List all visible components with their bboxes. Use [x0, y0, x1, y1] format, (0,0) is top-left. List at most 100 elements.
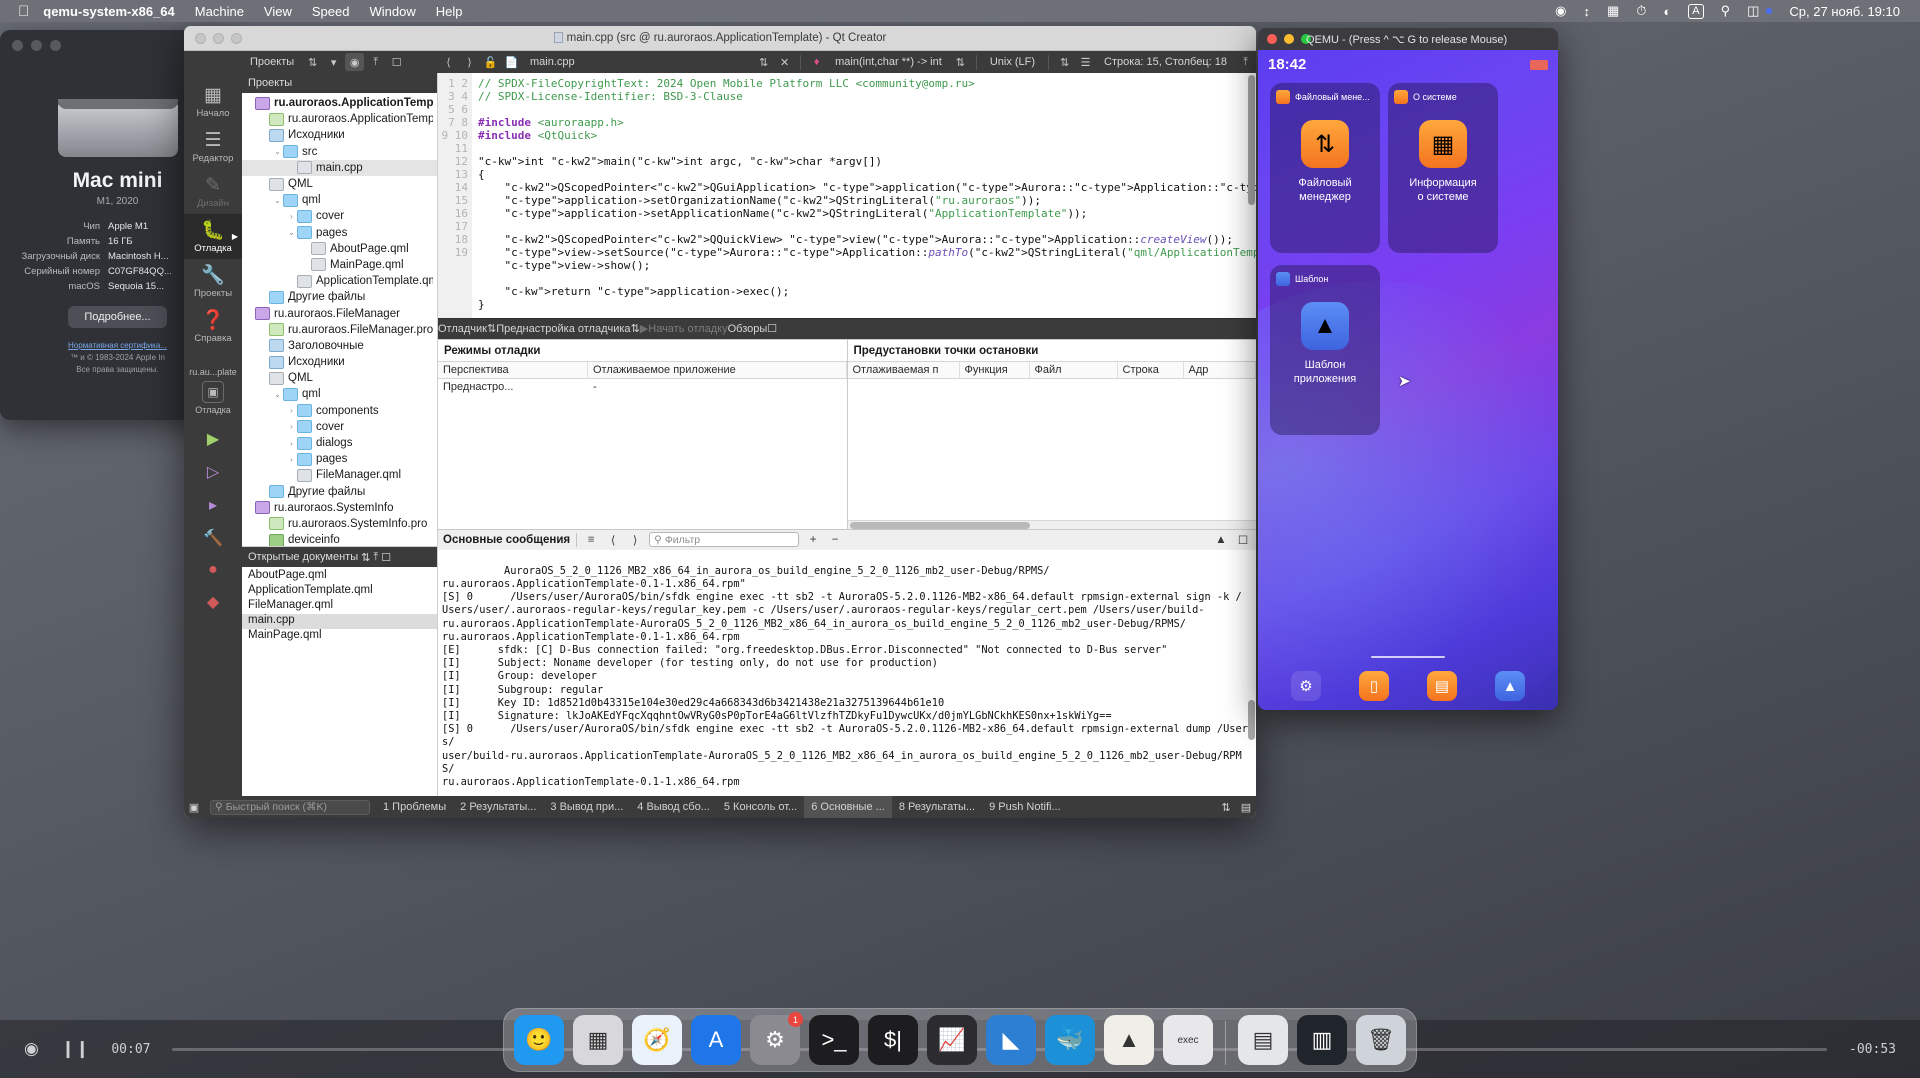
expander-icon[interactable]: ⌄ — [272, 390, 283, 399]
mode-debug[interactable]: 🐛 ▶ Отладка — [184, 214, 242, 259]
tree-item[interactable]: › cover — [242, 208, 437, 224]
kit-label[interactable]: ru.au...plate — [189, 367, 237, 377]
selector-updown-icon[interactable]: ⇅ — [303, 53, 322, 71]
tree-item[interactable]: AboutPage.qml — [242, 241, 437, 257]
tree-item[interactable]: deviceinfo — [242, 532, 437, 546]
expander-icon[interactable]: › — [286, 212, 297, 221]
tree-item[interactable]: Другие файлы — [242, 289, 437, 305]
debugger-label[interactable]: Отладчик — [438, 323, 487, 335]
debugger-updown-icon[interactable]: ⇅ — [487, 322, 496, 335]
card-app-template[interactable]: Шаблон ▲ Шаблон приложения — [1270, 265, 1380, 435]
tree-item[interactable]: ru.auroraos.FileManager — [242, 305, 437, 321]
tree-item[interactable]: ⌄ qml — [242, 192, 437, 208]
progress-details-icon[interactable]: ▤ — [1236, 798, 1256, 816]
updown-arrows-icon[interactable]: ↕ — [1583, 4, 1590, 19]
build-hammer-icon[interactable]: 🔨 — [203, 528, 223, 548]
mode-editor[interactable]: ☰ Редактор — [184, 124, 242, 169]
collapse-icon[interactable]: ▲ — [1213, 534, 1229, 546]
tree-item[interactable]: ⌄ qml — [242, 386, 437, 402]
expander-icon[interactable]: ⌄ — [272, 196, 283, 205]
deploy-icon[interactable]: ● — [208, 561, 218, 579]
system-info-dock-icon[interactable]: ▤ — [1427, 671, 1457, 701]
breakpoints-rows[interactable] — [848, 379, 1257, 520]
code-editor[interactable]: 1 2 3 4 5 6 7 8 9 10 11 12 13 14 15 16 1… — [438, 73, 1256, 318]
tree-item[interactable]: ru.auroraos.FileManager.pro — [242, 322, 437, 338]
toggle-sidebar-icon[interactable]: ▣ — [184, 798, 204, 816]
documents-folder-icon[interactable]: ▤ — [1238, 1015, 1288, 1065]
launchpad-icon[interactable]: ▦ — [573, 1015, 623, 1065]
next-item-icon[interactable]: ⟩ — [627, 533, 643, 547]
tree-item[interactable]: ru.auroraos.ApplicationTemplate — [242, 95, 437, 111]
tree-item[interactable]: Исходники — [242, 354, 437, 370]
column-header[interactable]: Функция — [960, 361, 1030, 378]
menu-item-help[interactable]: Help — [436, 4, 463, 19]
tree-item[interactable]: Другие файлы — [242, 484, 437, 500]
kit-selector-icon[interactable]: ▣ — [202, 381, 224, 403]
menu-item-window[interactable]: Window — [369, 4, 415, 19]
safari-icon[interactable]: 🧭 — [632, 1015, 682, 1065]
tree-item[interactable]: › dialogs — [242, 435, 437, 451]
control-center-icon[interactable]: ◫ — [1747, 3, 1759, 19]
filter-icon[interactable]: ▾ — [324, 53, 343, 71]
grid-icon[interactable]: ▦ — [1607, 3, 1619, 19]
file-icon[interactable]: 📄 — [502, 53, 521, 71]
output-pane-tab[interactable]: 8 Результаты... — [892, 801, 982, 813]
output-pane-tab[interactable]: 5 Консоль от... — [717, 801, 804, 813]
source-code[interactable]: // SPDX-FileCopyrightText: 2024 Open Mob… — [472, 73, 1256, 311]
editor-vertical-scrollbar[interactable] — [1248, 75, 1255, 205]
pause-icon[interactable]: ❙❙ — [61, 1039, 90, 1059]
tree-item[interactable]: ru.auroraos.SystemInfo — [242, 500, 437, 516]
menu-clock[interactable]: Ср, 27 нояб. 19:10 — [1789, 4, 1900, 19]
messages-console[interactable]: AuroraOS_5_2_0_1126_MB2_x86_64_in_aurora… — [438, 549, 1256, 796]
close-button[interactable] — [1267, 34, 1277, 44]
minimize-button[interactable] — [1284, 34, 1294, 44]
tree-item[interactable]: ru.auroraos.ApplicationTemplate.pro — [242, 111, 437, 127]
exec-icon[interactable]: exec — [1163, 1015, 1213, 1065]
mode-design[interactable]: ✎ Дизайн — [184, 169, 242, 214]
qtcreator-icon[interactable]: ▲ — [1104, 1015, 1154, 1065]
regulatory-certification-link[interactable]: Нормативная сертифика... — [68, 341, 167, 350]
search-icon[interactable]: ⚲ — [1721, 3, 1731, 19]
card-file-manager[interactable]: Файловый мене... ⇅ Файловый менеджер — [1270, 83, 1380, 253]
tree-item[interactable]: ApplicationTemplate.qml — [242, 273, 437, 289]
expander-icon[interactable]: ⌄ — [286, 228, 297, 237]
column-header[interactable]: Отлаживаемая п — [848, 361, 960, 378]
output-pane-tab[interactable]: 4 Вывод сбо... — [630, 801, 717, 813]
debug-modes-rows[interactable]: Преднастро... - — [438, 379, 847, 529]
run-icon[interactable]: ▶ — [207, 429, 219, 449]
tree-item[interactable]: FileManager.qml — [242, 467, 437, 483]
terminal-window-icon[interactable]: ▥ — [1297, 1015, 1347, 1065]
views-button[interactable]: Обзоры — [728, 323, 768, 335]
chevron-right-icon[interactable]: ▶ — [232, 232, 238, 241]
maximize-icon[interactable]: ☐ — [1235, 533, 1251, 547]
tree-item[interactable]: › pages — [242, 451, 437, 467]
column-header[interactable]: Отлаживаемое приложение — [588, 361, 847, 378]
open-documents-updown-icon[interactable]: ⇅ — [361, 551, 370, 564]
output-pane-tab[interactable]: 9 Push Notifi... — [982, 801, 1068, 813]
close-document-icon[interactable]: ✕ — [775, 53, 794, 71]
symbol-updown-icon[interactable]: ⇅ — [951, 53, 970, 71]
finder-icon[interactable]: 🙂 — [514, 1015, 564, 1065]
file-selector-updown-icon[interactable]: ⇅ — [754, 53, 773, 71]
start-debugging-icon[interactable]: ▶ — [640, 322, 648, 335]
menu-item-speed[interactable]: Speed — [312, 4, 350, 19]
tree-item[interactable]: Исходники — [242, 127, 437, 143]
apple-logo-icon[interactable]:  — [18, 4, 29, 19]
open-document-item[interactable]: MainPage.qml — [242, 629, 437, 644]
project-tree[interactable]: ru.auroraos.ApplicationTemplate ru.aurora… — [242, 93, 437, 546]
column-header[interactable]: Файл — [1030, 361, 1118, 378]
line-ending-updown-icon[interactable]: ⇅ — [1055, 53, 1074, 71]
open-documents-split-icon[interactable]: ⤒ — [373, 551, 378, 564]
tree-item[interactable]: QML — [242, 370, 437, 386]
expander-icon[interactable]: › — [286, 422, 297, 431]
navigate-back-icon[interactable]: ⟨ — [439, 53, 458, 71]
close-button[interactable] — [12, 40, 23, 51]
breakpoints-horizontal-scrollbar[interactable] — [847, 519, 1256, 529]
vscode-icon[interactable]: ◣ — [986, 1015, 1036, 1065]
mode-home[interactable]: ▦ Начало — [184, 79, 242, 124]
file-manager-dock-icon[interactable]: ▯ — [1359, 671, 1389, 701]
menu-item-machine[interactable]: Machine — [195, 4, 244, 19]
tree-item[interactable]: ⌄ pages — [242, 225, 437, 241]
menu-item-view[interactable]: View — [264, 4, 292, 19]
sync-with-editor-icon[interactable]: ◉ — [345, 53, 365, 71]
